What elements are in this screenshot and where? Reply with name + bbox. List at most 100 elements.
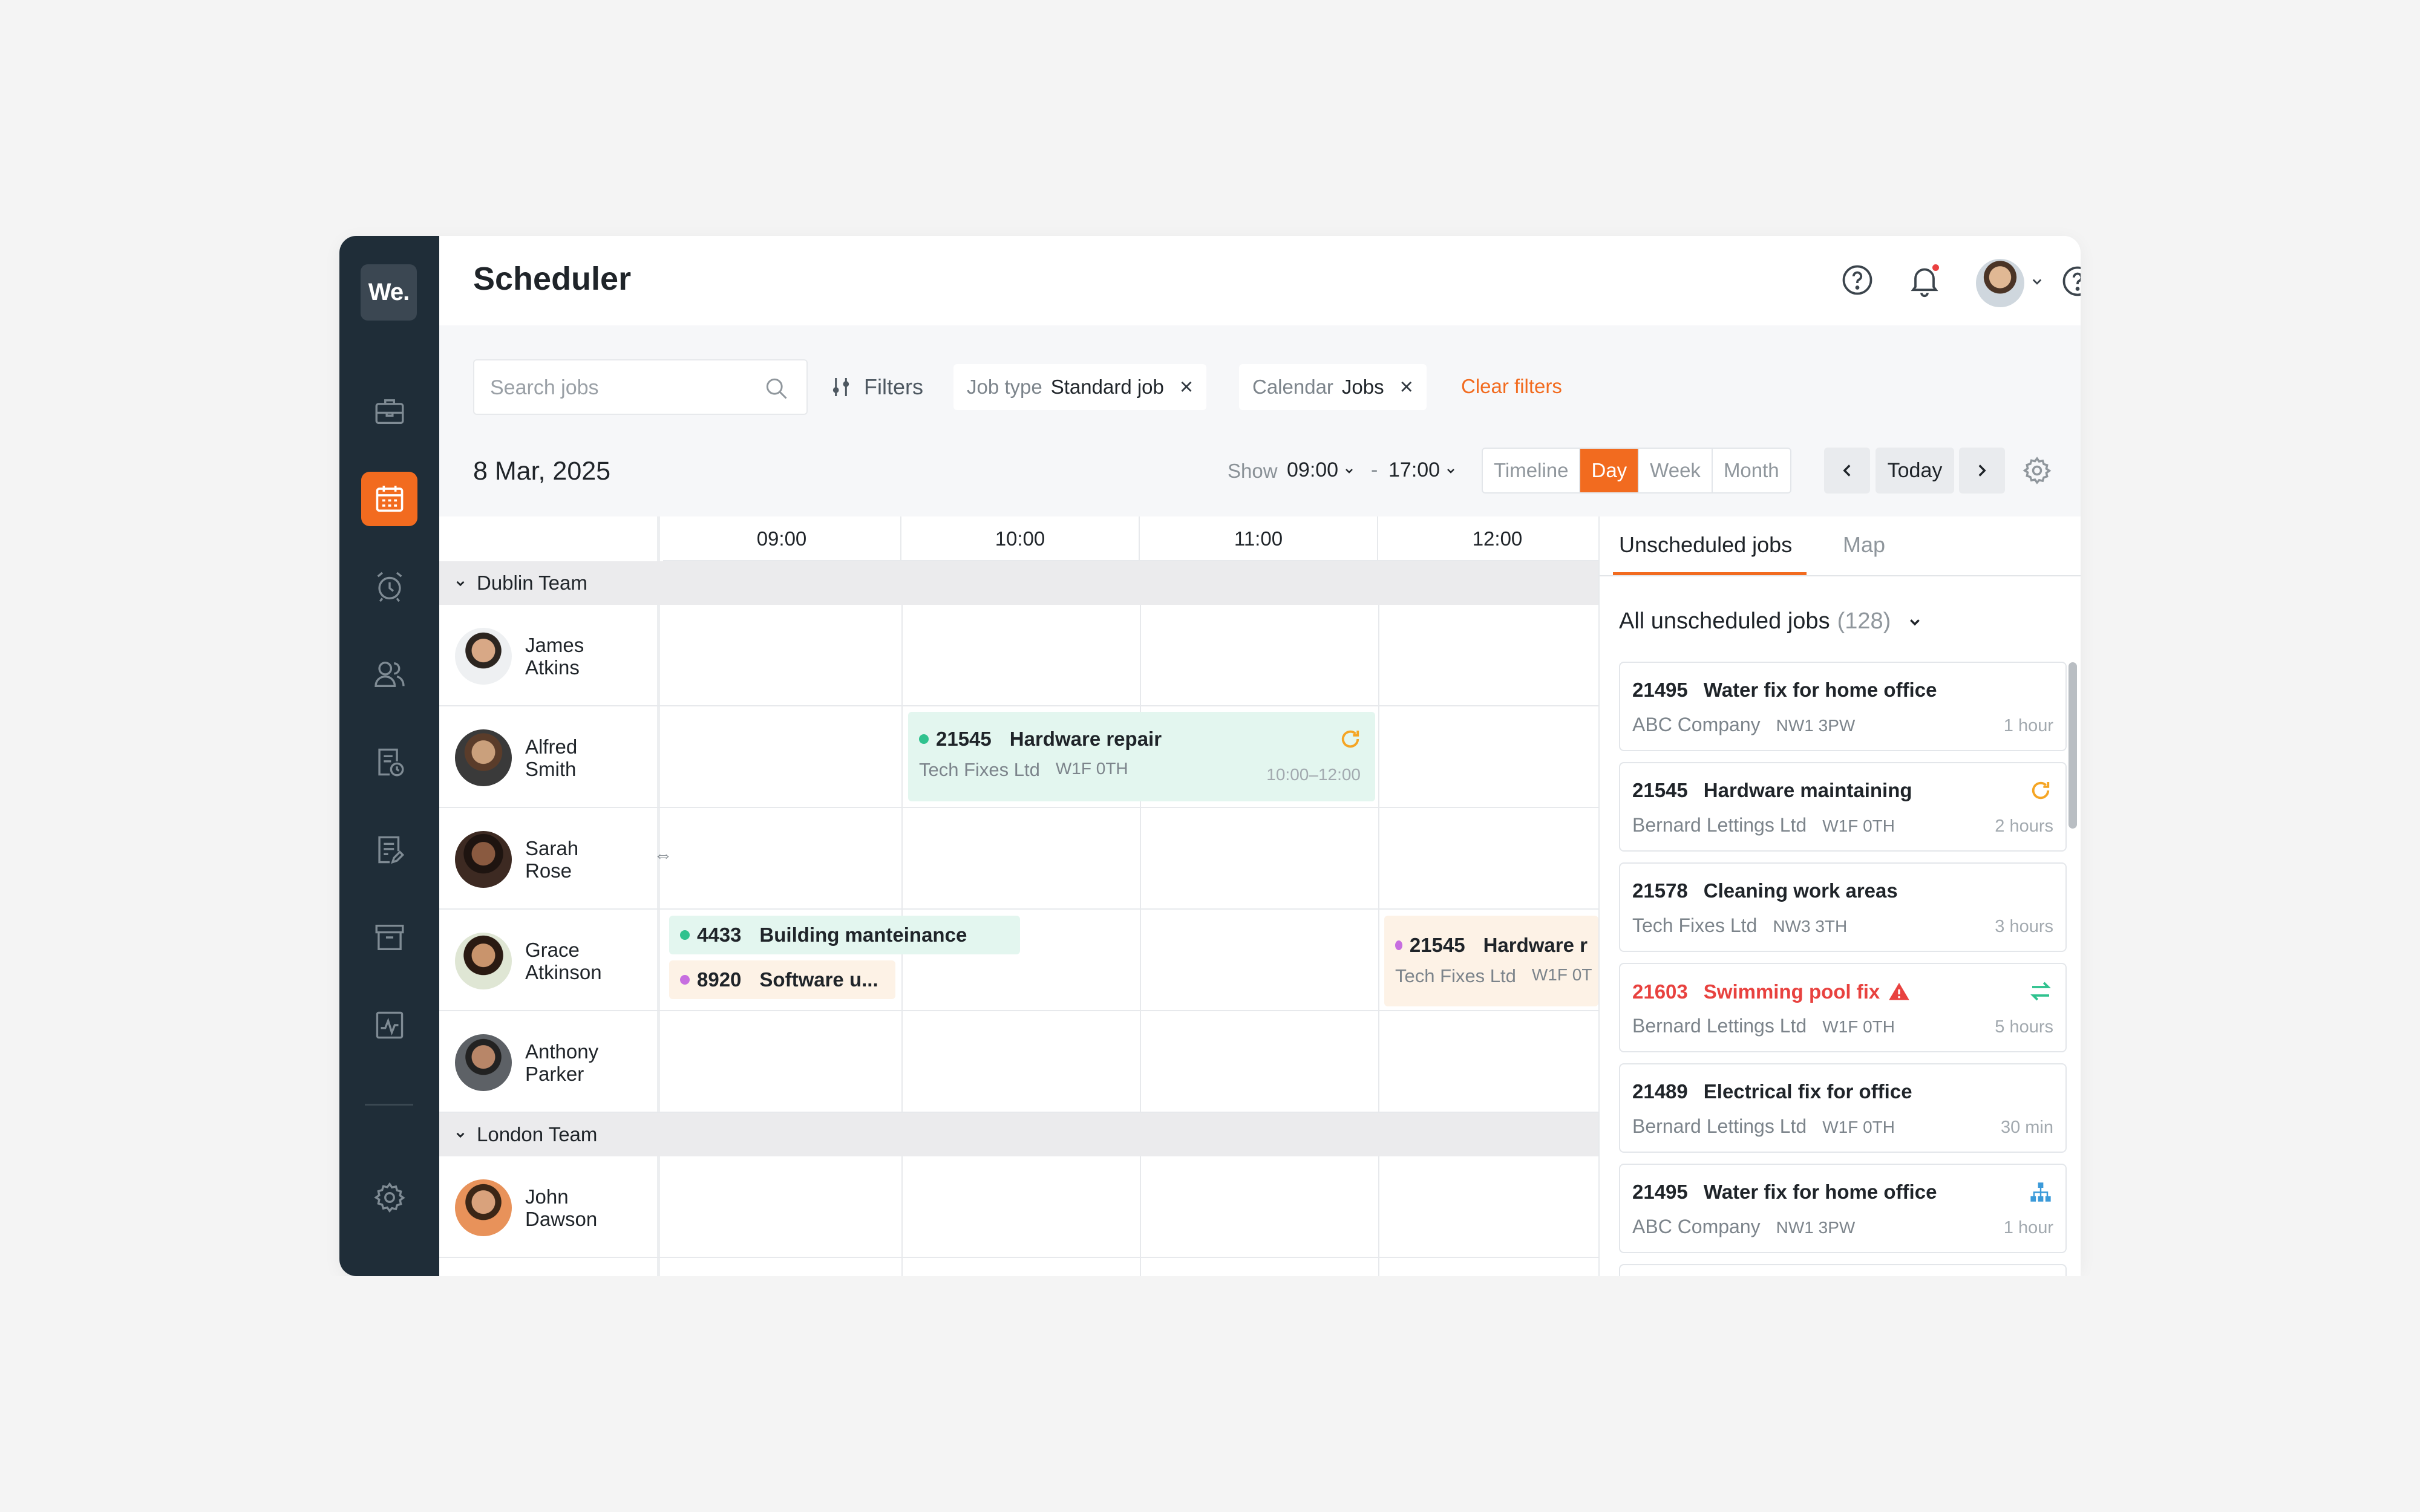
search-icon xyxy=(766,378,787,399)
sidebar-item-reminders[interactable] xyxy=(361,559,417,614)
job-title: Swimming pool fix xyxy=(1703,980,1880,1003)
help-button[interactable] xyxy=(2056,260,2081,302)
person-row: Sarah Rose xyxy=(439,808,1598,910)
job-company: Tech Fixes Ltd xyxy=(1395,965,1516,986)
status-dot xyxy=(680,930,690,940)
briefcase-icon xyxy=(375,399,404,425)
filter-chip-calendar[interactable]: Calendar Jobs × xyxy=(1239,364,1427,410)
unscheduled-job-card[interactable]: 21578 Cleaning work areas Tech Fixes Ltd N… xyxy=(1619,862,2067,952)
user-avatar[interactable] xyxy=(1976,259,2024,307)
activity-chart-icon xyxy=(376,1011,403,1039)
person-name: Alfred Smith xyxy=(525,735,578,780)
unscheduled-job-card[interactable]: 21545 Hardware maintaining Bernard Lettin… xyxy=(1619,762,2067,852)
gear-icon[interactable] xyxy=(2021,455,2053,486)
view-day[interactable]: Day xyxy=(1580,449,1640,492)
close-icon[interactable]: × xyxy=(1400,374,1413,400)
unscheduled-job-card[interactable]: 21603 Swimming pool fix Bernard Lettings … xyxy=(1619,963,2067,1052)
team-row-london[interactable]: London Team xyxy=(439,1113,1598,1156)
unscheduled-job-card[interactable]: 21495 Water fix for home office ABC Compa… xyxy=(1619,662,2067,751)
chip-value: Standard job xyxy=(1050,376,1164,398)
help-icon xyxy=(2062,266,2081,296)
previous-day-button[interactable] xyxy=(1824,448,1870,494)
job-title: Software u... xyxy=(759,968,878,991)
person[interactable]: John Dawson xyxy=(455,1179,610,1236)
job-postcode: W1F 0TH xyxy=(1822,1118,1895,1136)
job-postcode: NW3 3TH xyxy=(1773,917,1848,936)
calendar-icon xyxy=(376,486,403,512)
view-week[interactable]: Week xyxy=(1639,449,1713,492)
job-company: Bernard Lettings Ltd xyxy=(1632,1015,1807,1037)
filter-chip-job-type[interactable]: Job type Standard job × xyxy=(953,364,1207,410)
resize-handle-icon[interactable]: ⇔ xyxy=(653,844,673,866)
next-day-button[interactable] xyxy=(1959,448,2005,494)
alarm-clock-icon xyxy=(377,572,402,602)
notifications-button[interactable] xyxy=(1903,259,1946,301)
scheduled-job[interactable]: 4433 Building manteinance xyxy=(669,916,1020,954)
tabs-border xyxy=(1600,575,2081,576)
app-logo[interactable]: We. xyxy=(361,264,417,321)
avatar xyxy=(455,1179,512,1236)
sidebar-item-scheduler[interactable] xyxy=(361,472,417,526)
show-label: Show xyxy=(1228,460,1278,482)
status-dot xyxy=(680,975,690,985)
scheduled-job[interactable]: 21545 Hardware r Tech Fixes Ltd W1F 0T xyxy=(1384,916,1598,1006)
view-timeline[interactable]: Timeline xyxy=(1483,449,1581,492)
chevron-right-icon xyxy=(1978,464,1986,477)
job-title: Hardware r xyxy=(1483,934,1588,956)
job-title: Cleaning work areas xyxy=(1703,879,1898,902)
job-title: Water fix for home office xyxy=(1703,1181,1937,1203)
person-name: James Atkins xyxy=(525,634,584,679)
scheduled-job[interactable]: 21545 Hardware repair Tech Fixes Ltd W1F… xyxy=(908,712,1375,801)
sidebar-item-settings[interactable] xyxy=(361,1170,417,1225)
top-header: Scheduler xyxy=(439,236,2081,325)
end-time-select[interactable]: 17:00 xyxy=(1388,458,1458,482)
job-postcode: NW1 3PW xyxy=(1776,716,1856,735)
search-input[interactable] xyxy=(490,374,762,402)
tab-map[interactable]: Map xyxy=(1843,532,1885,558)
person[interactable]: James Atkins xyxy=(455,628,610,685)
person[interactable]: Alfred Smith xyxy=(455,729,610,786)
unscheduled-job-card[interactable]: 21495 Water fix for home office ABC Compa… xyxy=(1619,1164,2067,1253)
job-title: Hardware maintaining xyxy=(1703,779,1912,801)
sidebar-item-jobs[interactable] xyxy=(361,384,417,438)
sidebar-item-archive[interactable] xyxy=(361,910,417,965)
scheduled-job[interactable]: 8920 Software u... xyxy=(669,960,895,999)
today-button[interactable]: Today xyxy=(1876,448,1954,494)
sidebar-item-analytics[interactable] xyxy=(361,998,417,1052)
job-company: Bernard Lettings Ltd xyxy=(1632,814,1807,836)
close-icon[interactable]: × xyxy=(1180,374,1193,400)
hierarchy-icon xyxy=(2030,1182,2051,1202)
chevron-down-icon[interactable] xyxy=(2028,272,2046,290)
job-title: Water fix for home office xyxy=(1703,679,1937,701)
refresh-icon xyxy=(1341,730,1359,748)
sidebar: We. xyxy=(339,236,439,1276)
person-name: Grace Atkinson xyxy=(525,939,602,983)
job-title: Hardware repair xyxy=(1009,728,1162,750)
active-tab-indicator xyxy=(1613,572,1807,575)
job-duration: 30 min xyxy=(2000,1118,2053,1137)
panel-scrollbar[interactable] xyxy=(2068,662,2077,829)
sidebar-item-documents[interactable] xyxy=(361,823,417,877)
tab-unscheduled-jobs[interactable]: Unscheduled jobs xyxy=(1619,532,1792,558)
view-month[interactable]: Month xyxy=(1713,449,1790,492)
job-id: 21545 xyxy=(936,728,992,750)
help-button-2[interactable] xyxy=(1836,259,1879,301)
sidebar-item-reports[interactable] xyxy=(361,735,417,789)
job-id: 21495 xyxy=(1632,679,1688,701)
person[interactable]: Grace Atkinson xyxy=(455,933,610,989)
time-range-dash: - xyxy=(1371,458,1378,481)
person[interactable]: Anthony Parker xyxy=(455,1034,610,1091)
unscheduled-job-card[interactable]: 21489 Electrical fix for office Bernard L… xyxy=(1619,1063,2067,1153)
clear-filters-link[interactable]: Clear filters xyxy=(1461,375,1562,398)
avatar xyxy=(455,729,512,786)
filters-button[interactable]: Filters xyxy=(829,365,923,409)
sidebar-item-users[interactable] xyxy=(361,647,417,702)
search-jobs-field[interactable] xyxy=(473,359,808,415)
person[interactable]: Sarah Rose xyxy=(455,831,610,888)
start-time-select[interactable]: 09:00 xyxy=(1287,458,1356,482)
document-edit-icon xyxy=(378,836,404,864)
all-jobs-dropdown[interactable]: All unscheduled jobs (128) xyxy=(1619,608,1925,634)
team-row-dublin[interactable]: Dublin Team xyxy=(439,561,1598,605)
job-duration: 3 hours xyxy=(1995,917,2053,936)
chip-key: Calendar xyxy=(1252,376,1333,398)
